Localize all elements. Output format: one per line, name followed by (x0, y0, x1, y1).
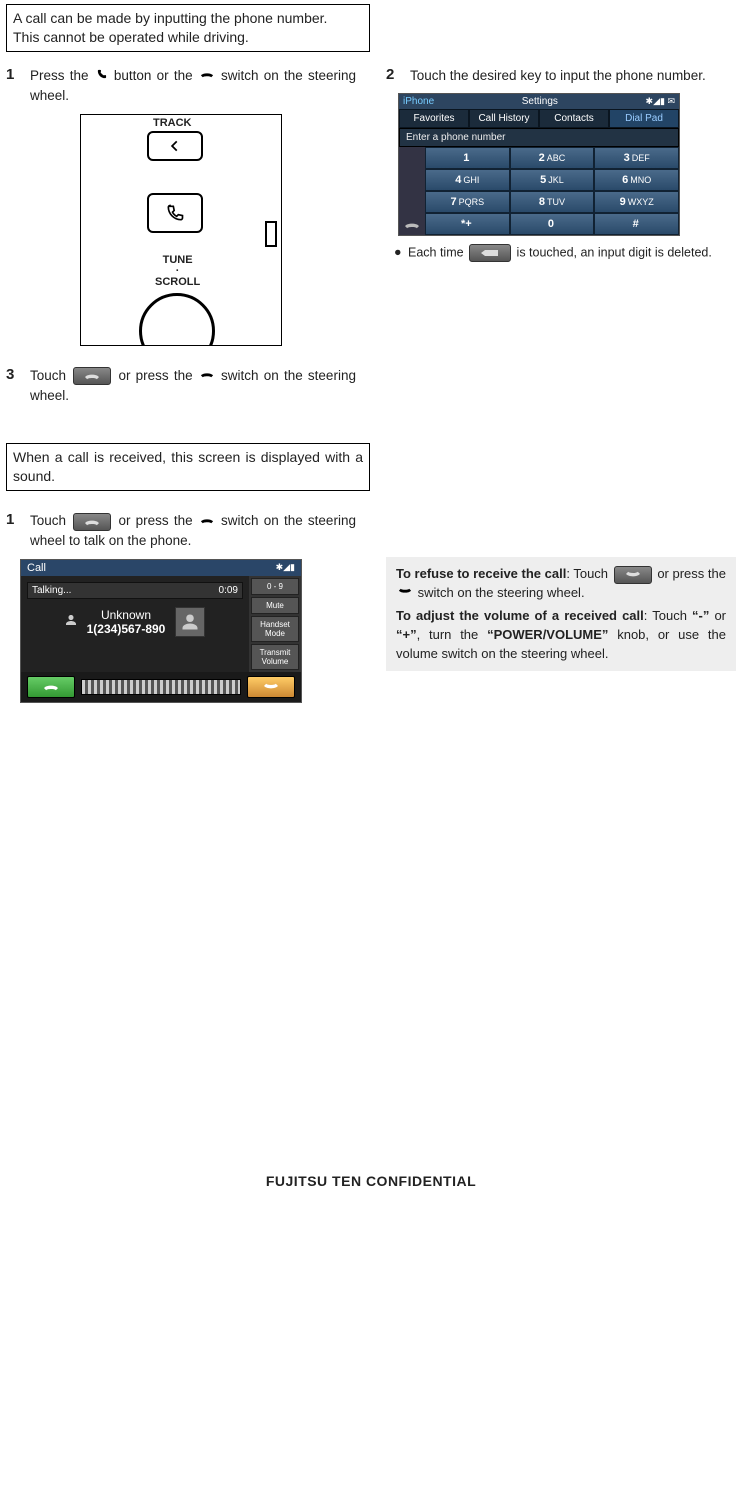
step-3: 3 Touch or press the switch on the steer… (6, 366, 356, 406)
key-7[interactable]: 7PQRS (425, 191, 510, 213)
refuse-title: To refuse to receive the call (396, 566, 566, 581)
status-icons: ✱◢▮ ✉ (646, 96, 675, 107)
footer-confidential: FUJITSU TEN CONFIDENTIAL (6, 1173, 736, 1189)
side-mark (265, 221, 277, 247)
call-side-buttons: 0 - 9 Mute Handset Mode Transmit Volume (249, 576, 301, 672)
track-label: TRACK (153, 117, 192, 129)
side-volume[interactable]: Transmit Volume (251, 644, 299, 670)
offhook-switch-icon (200, 366, 214, 386)
phone-handset-icon (96, 66, 107, 86)
decline-button-icon (614, 566, 652, 584)
step-1: 1 Press the button or the switch on the … (6, 66, 356, 106)
key-1[interactable]: 1 (425, 147, 510, 169)
dial-tabs: Favorites Call History Contacts Dial Pad (399, 109, 679, 128)
caller-number: 1(234)567-890 (87, 622, 166, 636)
call-status: Talking... (32, 585, 71, 596)
tune-knob (139, 293, 215, 346)
key-hash[interactable]: # (594, 213, 679, 235)
step-1-number: 1 (6, 66, 20, 106)
step-3-number: 3 (6, 366, 20, 406)
info-box: To refuse to receive the call: Touch or … (386, 557, 736, 671)
side-0-9[interactable]: 0 - 9 (251, 578, 299, 595)
step-1-text: Press the button or the switch on the st… (30, 66, 356, 106)
keypad: 1 2ABC 3DEF 4GHI 5JKL 6MNO 7PQRS 8TUV 9W… (399, 147, 679, 235)
steering-wheel-diagram: TRACK TUNE·SCROLL (80, 114, 282, 346)
key-star[interactable]: *+ (425, 213, 510, 235)
tab-dial-pad[interactable]: Dial Pad (609, 109, 679, 128)
side-mute[interactable]: Mute (251, 597, 299, 614)
incoming-call-screenshot: Call ✱◢▮ Talking... 0:09 (20, 559, 302, 703)
key-5[interactable]: 5JKL (510, 169, 595, 191)
dial-call-button[interactable] (399, 147, 425, 235)
settings-button[interactable]: Settings (522, 96, 558, 107)
phone-number-input[interactable]: Enter a phone number (399, 128, 679, 147)
step-receive-1: 1 Touch or press the switch on the steer… (6, 511, 356, 551)
offhook-switch-icon (200, 66, 214, 86)
intro-box-2: When a call is received, this screen is … (6, 443, 370, 491)
step-receive-1-text: Touch or press the switch on the steerin… (30, 511, 356, 551)
delete-digit-note: ● Each time is touched, an input digit i… (394, 244, 736, 262)
call-title: Call (27, 562, 46, 574)
backspace-button-icon (469, 244, 511, 262)
step-receive-1-number: 1 (6, 511, 20, 551)
key-2[interactable]: 2ABC (510, 147, 595, 169)
tab-contacts[interactable]: Contacts (539, 109, 609, 128)
track-back-button (147, 131, 203, 161)
step-2-number: 2 (386, 66, 400, 86)
key-9[interactable]: 9WXYZ (594, 191, 679, 213)
key-4[interactable]: 4GHI (425, 169, 510, 191)
side-handset[interactable]: Handset Mode (251, 616, 299, 642)
dialpad-screenshot: iPhone Settings ✱◢▮ ✉ Favorites Call His… (398, 93, 680, 236)
status-icons: ✱◢▮ (276, 562, 295, 574)
tab-call-history[interactable]: Call History (469, 109, 539, 128)
step-2: 2 Touch the desired key to input the pho… (386, 66, 736, 86)
person-icon (65, 614, 77, 629)
offhook-switch-icon (200, 512, 214, 532)
end-call-button[interactable] (247, 676, 295, 698)
call-button-icon (73, 367, 111, 385)
volume-title: To adjust the volume of a received call (396, 608, 644, 623)
intro-line-1: A call can be made by inputting the phon… (13, 9, 363, 28)
key-8[interactable]: 8TUV (510, 191, 595, 213)
intro-box-1: A call can be made by inputting the phon… (6, 4, 370, 52)
phone-button (147, 193, 203, 233)
key-6[interactable]: 6MNO (594, 169, 679, 191)
step-3-text: Touch or press the switch on the steerin… (30, 366, 356, 406)
avatar-icon (175, 607, 205, 637)
answer-button[interactable] (27, 676, 75, 698)
caller-name: Unknown (87, 608, 166, 622)
intro-line-2: This cannot be operated while driving. (13, 28, 363, 47)
tab-favorites[interactable]: Favorites (399, 109, 469, 128)
answer-button-icon (73, 513, 111, 531)
volume-bar[interactable] (81, 679, 241, 695)
tune-scroll-label: TUNE·SCROLL (155, 255, 200, 288)
call-time: 0:09 (219, 585, 238, 596)
key-3[interactable]: 3DEF (594, 147, 679, 169)
bullet-icon: ● (394, 244, 402, 262)
onhook-switch-icon (398, 584, 412, 603)
step-2-text: Touch the desired key to input the phone… (410, 66, 736, 86)
device-name: iPhone (403, 96, 434, 107)
key-0[interactable]: 0 (510, 213, 595, 235)
